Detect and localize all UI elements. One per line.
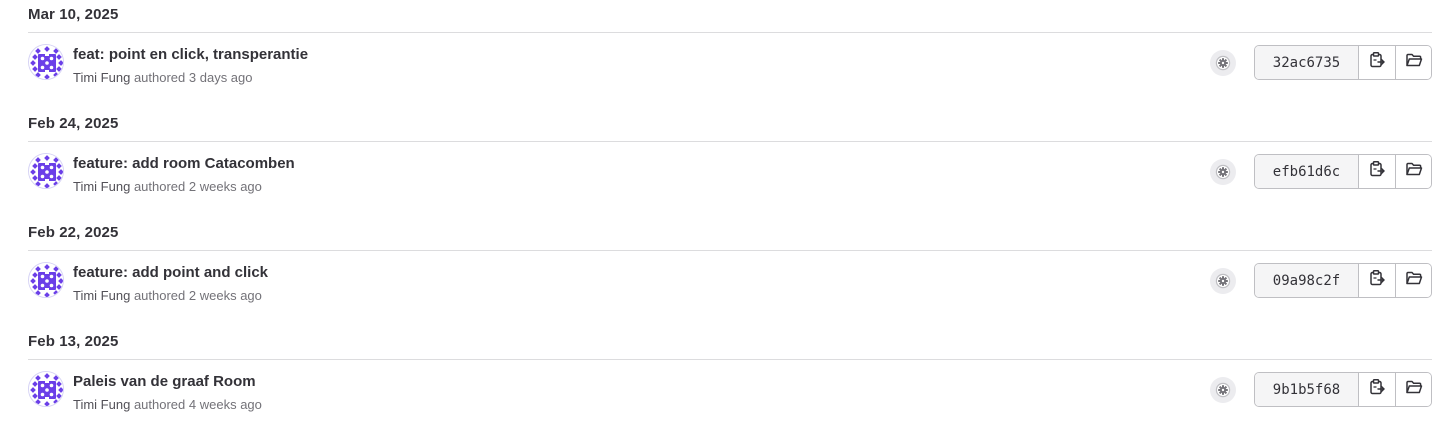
commit-row: feature: add point and click Timi Fung a… (0, 251, 1447, 327)
commit-time-ago: 3 days ago (188, 70, 253, 85)
folder-open-icon (1405, 378, 1423, 401)
commit-sha-button[interactable]: 32ac6735 (1255, 46, 1359, 79)
commit-sha-button-group: efb61d6c (1254, 154, 1432, 189)
pipeline-status-icon[interactable] (1210, 50, 1236, 76)
commit-meta: Timi Fung authored 4 weeks ago (73, 397, 262, 412)
copy-sha-button[interactable] (1359, 264, 1395, 297)
commit-author-link[interactable]: Timi Fung (73, 70, 130, 85)
author-avatar[interactable] (28, 262, 64, 298)
commit-time-ago: 2 weeks ago (188, 179, 262, 194)
commit-title-link[interactable]: Paleis van de graaf Room (73, 373, 256, 390)
commit-author-link[interactable]: Timi Fung (73, 397, 130, 412)
commit-row: feature: add room Catacomben Timi Fung a… (0, 142, 1447, 218)
commit-sha-button[interactable]: 09a98c2f (1255, 264, 1359, 297)
commit-date-header: Mar 10, 2025 (28, 6, 119, 23)
copy-sha-button[interactable] (1359, 373, 1395, 406)
folder-open-icon (1405, 51, 1423, 74)
clipboard-icon (1368, 51, 1386, 74)
pipeline-status-icon[interactable] (1210, 377, 1236, 403)
clipboard-icon (1368, 378, 1386, 401)
commit-date-header: Feb 22, 2025 (28, 224, 119, 241)
commit-title-link[interactable]: feature: add point and click (73, 264, 268, 281)
commit-author-link[interactable]: Timi Fung (73, 288, 130, 303)
browse-files-button[interactable] (1395, 46, 1431, 79)
clipboard-icon (1368, 160, 1386, 183)
browse-files-button[interactable] (1395, 155, 1431, 188)
commit-author-link[interactable]: Timi Fung (73, 179, 130, 194)
copy-sha-button[interactable] (1359, 155, 1395, 188)
commit-sha-button-group: 32ac6735 (1254, 45, 1432, 80)
authored-label: authored (133, 288, 186, 303)
commit-meta: Timi Fung authored 3 days ago (73, 70, 253, 85)
commit-sha-button[interactable]: efb61d6c (1255, 155, 1359, 188)
commit-date-group: Mar 10, 2025 feat: point en click, trans… (0, 0, 1447, 109)
commit-title-link[interactable]: feature: add room Catacomben (73, 155, 295, 172)
commit-title-link[interactable]: feat: point en click, transperantie (73, 46, 308, 63)
commit-sha-button[interactable]: 9b1b5f68 (1255, 373, 1359, 406)
commit-meta: Timi Fung authored 2 weeks ago (73, 179, 262, 194)
commit-date-header: Feb 13, 2025 (28, 333, 119, 350)
browse-files-button[interactable] (1395, 264, 1431, 297)
author-avatar[interactable] (28, 371, 64, 407)
commit-time-ago: 2 weeks ago (188, 288, 262, 303)
folder-open-icon (1405, 160, 1423, 183)
authored-label: authored (133, 70, 186, 85)
commit-date-group: Feb 24, 2025 feature: add room Catacombe… (0, 109, 1447, 218)
commit-time-ago: 4 weeks ago (188, 397, 262, 412)
folder-open-icon (1405, 269, 1423, 292)
browse-files-button[interactable] (1395, 373, 1431, 406)
clipboard-icon (1368, 269, 1386, 292)
commit-sha-button-group: 9b1b5f68 (1254, 372, 1432, 407)
authored-label: authored (133, 397, 186, 412)
commit-date-header: Feb 24, 2025 (28, 115, 119, 132)
copy-sha-button[interactable] (1359, 46, 1395, 79)
author-avatar[interactable] (28, 153, 64, 189)
commit-date-group: Feb 22, 2025 feature: add point and clic… (0, 218, 1447, 327)
commit-row: Paleis van de graaf Room Timi Fung autho… (0, 360, 1447, 436)
commit-meta: Timi Fung authored 2 weeks ago (73, 288, 262, 303)
commit-date-group: Feb 13, 2025 Paleis van de graaf Room Ti… (0, 327, 1447, 436)
authored-label: authored (133, 179, 186, 194)
commit-sha-button-group: 09a98c2f (1254, 263, 1432, 298)
commit-list: Mar 10, 2025 feat: point en click, trans… (0, 0, 1447, 444)
author-avatar[interactable] (28, 44, 64, 80)
commit-row: feat: point en click, transperantie Timi… (0, 33, 1447, 109)
pipeline-status-icon[interactable] (1210, 268, 1236, 294)
pipeline-status-icon[interactable] (1210, 159, 1236, 185)
